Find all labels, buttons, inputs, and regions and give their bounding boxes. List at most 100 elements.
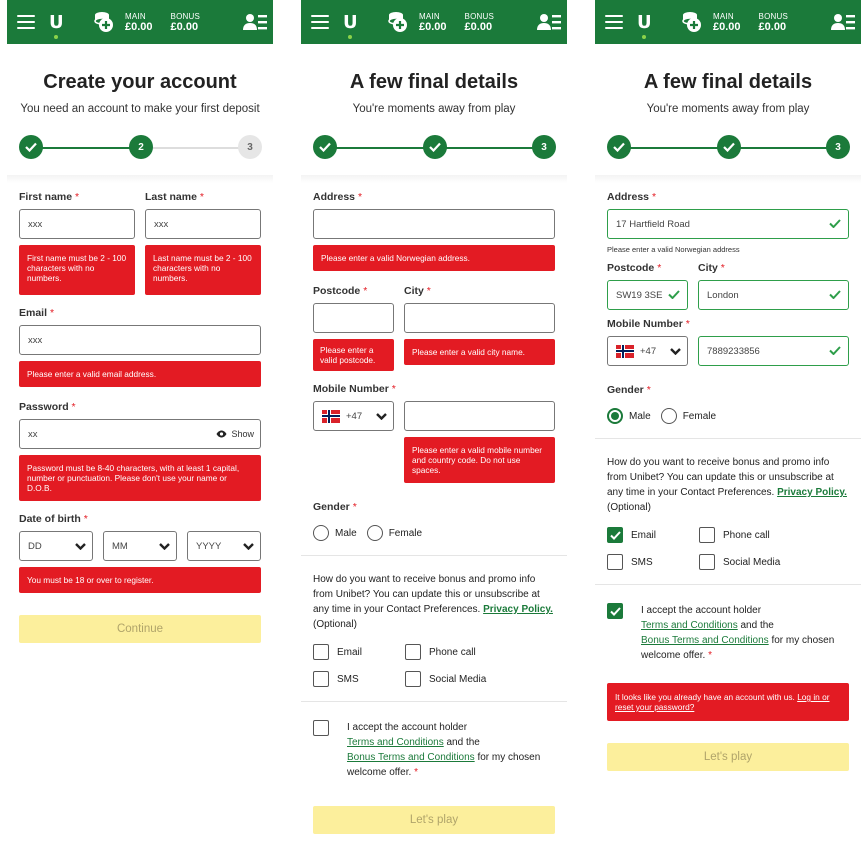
page-subtitle: You're moments away from play xyxy=(352,103,516,115)
screen-final-details-errors: U MAIN £0.00 BONUS £0.00 A few final detai… xyxy=(301,0,567,853)
dob-day-select[interactable]: DD xyxy=(19,531,93,561)
coins-add-icon[interactable] xyxy=(385,9,411,35)
main-balance-value: £0.00 xyxy=(125,21,153,33)
city-input[interactable]: London xyxy=(698,280,849,310)
terms-link[interactable]: Terms and Conditions xyxy=(347,737,444,748)
terms-acceptance: I accept the account holder Terms and Con… xyxy=(313,720,555,780)
dob-month-select[interactable]: MM xyxy=(103,531,177,561)
email-label: Email * xyxy=(19,307,55,319)
mobile-label: Mobile Number * xyxy=(313,383,396,395)
bonus-balance: BONUS £0.00 xyxy=(171,11,200,33)
terms-link[interactable]: Terms and Conditions xyxy=(641,620,738,631)
postcode-error: Please enter a valid postcode. xyxy=(313,339,394,371)
email-input[interactable]: xxx xyxy=(19,325,261,355)
menu-icon[interactable] xyxy=(605,15,623,29)
gender-radio-group: Male Female xyxy=(313,525,555,541)
postcode-input[interactable]: SW19 3SE xyxy=(607,280,688,310)
address-label-text: Address xyxy=(607,191,650,203)
unibet-logo[interactable]: U xyxy=(343,12,358,39)
and-the-text: and the xyxy=(740,620,774,631)
social-checkbox[interactable] xyxy=(405,671,421,687)
screen-final-details-filled: U MAIN £0.00 BONUS £0.00 A few final detai… xyxy=(595,0,861,853)
phone-checkbox[interactable] xyxy=(699,527,715,543)
main-balance: MAIN £0.00 xyxy=(713,11,741,33)
privacy-policy-link[interactable]: Privacy Policy. xyxy=(483,604,553,615)
chevron-down-icon xyxy=(376,412,387,420)
social-option-label: Social Media xyxy=(429,673,487,685)
checkmark-icon xyxy=(829,219,841,228)
social-option-label: Social Media xyxy=(723,556,781,568)
first-name-input[interactable]: xxx xyxy=(19,209,135,239)
show-label: Show xyxy=(231,429,254,439)
dial-code-select[interactable]: +47 xyxy=(313,401,394,431)
dob-year-select[interactable]: YYYY xyxy=(187,531,261,561)
password-input[interactable]: xx Show xyxy=(19,419,261,449)
accept-terms-checkbox[interactable] xyxy=(313,720,329,736)
mobile-input[interactable] xyxy=(404,401,555,431)
checkmark-icon xyxy=(613,142,625,152)
password-label: Password * xyxy=(19,401,76,413)
sms-checkbox[interactable] xyxy=(607,554,623,570)
gender-male-radio[interactable] xyxy=(607,408,623,424)
account-icon[interactable] xyxy=(537,12,561,32)
app-header: U MAIN £0.00 BONUS £0.00 xyxy=(595,0,861,44)
email-checkbox[interactable] xyxy=(313,644,329,660)
continue-button[interactable]: Continue xyxy=(19,615,261,643)
address-input[interactable]: 17 Hartfield Road xyxy=(607,209,849,239)
progress-stepper: 3 xyxy=(313,135,556,161)
step-1-complete xyxy=(607,135,631,159)
bonus-terms-link[interactable]: Bonus Terms and Conditions xyxy=(641,635,769,646)
sms-option-label: SMS xyxy=(631,556,653,568)
divider xyxy=(301,701,567,702)
checkmark-icon xyxy=(610,531,621,540)
last-name-input[interactable]: xxx xyxy=(145,209,261,239)
city-input[interactable] xyxy=(404,303,555,333)
gender-male-radio[interactable] xyxy=(313,525,329,541)
step-3-current: 3 xyxy=(826,135,850,159)
account-exists-text: It looks like you already have an accoun… xyxy=(615,692,795,702)
gender-label-text: Gender xyxy=(607,384,644,396)
email-option-label: Email xyxy=(337,646,363,658)
privacy-policy-link[interactable]: Privacy Policy. xyxy=(777,487,847,498)
norway-flag-icon xyxy=(322,409,340,423)
divider xyxy=(301,555,567,556)
sms-checkbox[interactable] xyxy=(313,671,329,687)
phone-checkbox[interactable] xyxy=(405,644,421,660)
screen-create-account: U MAIN £0.00 BONUS £0.00 Create your accou… xyxy=(7,0,273,853)
last-name-label-text: Last name xyxy=(145,191,197,203)
step-2-complete xyxy=(423,135,447,159)
lets-play-button[interactable]: Let's play xyxy=(607,743,849,771)
progress-stepper: 2 3 xyxy=(19,135,262,161)
app-header: U MAIN £0.00 BONUS £0.00 xyxy=(301,0,567,44)
gender-female-radio[interactable] xyxy=(366,525,383,541)
page-title: Create your account xyxy=(43,71,237,93)
dial-code-select[interactable]: +47 xyxy=(607,336,688,366)
coins-add-icon[interactable] xyxy=(679,9,705,35)
promo-info-text: How do you want to receive bonus and pro… xyxy=(607,455,849,515)
bonus-terms-link[interactable]: Bonus Terms and Conditions xyxy=(347,752,475,763)
account-icon[interactable] xyxy=(831,12,855,32)
postcode-input[interactable] xyxy=(313,303,394,333)
account-icon[interactable] xyxy=(243,12,267,32)
main-balance-value: £0.00 xyxy=(713,21,741,33)
unibet-logo[interactable]: U xyxy=(49,12,64,39)
dial-code-value: +47 xyxy=(346,410,363,422)
coins-add-icon[interactable] xyxy=(91,9,117,35)
mobile-input[interactable]: 7889233856 xyxy=(698,336,849,366)
step-1-complete xyxy=(19,135,43,159)
menu-icon[interactable] xyxy=(311,15,329,29)
dob-month-value: MM xyxy=(112,540,128,552)
page-title: A few final details xyxy=(643,71,813,93)
show-password-toggle[interactable]: Show xyxy=(216,429,254,439)
address-input[interactable] xyxy=(313,209,555,239)
accept-terms-checkbox[interactable] xyxy=(607,603,623,619)
postcode-label-text: Postcode xyxy=(313,285,361,297)
mobile-label-text: Mobile Number xyxy=(313,383,389,395)
unibet-logo[interactable]: U xyxy=(637,12,652,39)
email-checkbox[interactable] xyxy=(607,527,623,543)
password-value: xx xyxy=(28,428,38,440)
gender-female-radio[interactable] xyxy=(660,408,677,424)
lets-play-button[interactable]: Let's play xyxy=(313,806,555,834)
menu-icon[interactable] xyxy=(17,15,35,29)
social-checkbox[interactable] xyxy=(699,554,715,570)
